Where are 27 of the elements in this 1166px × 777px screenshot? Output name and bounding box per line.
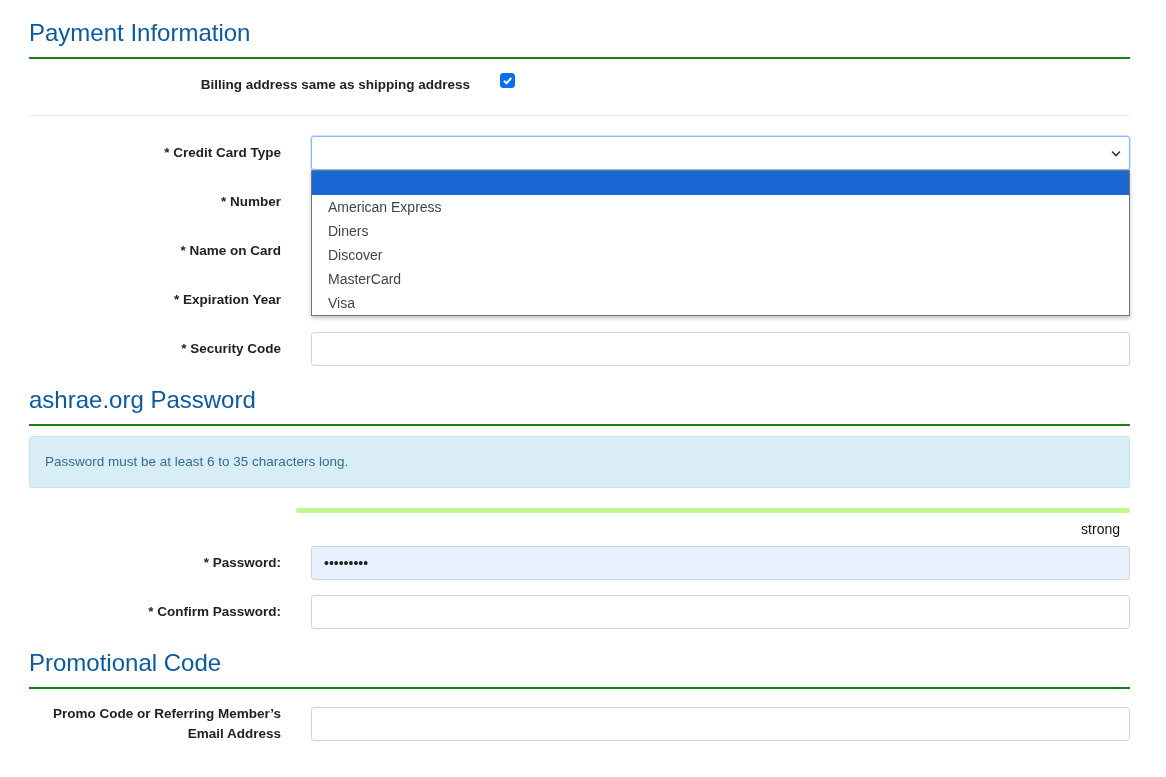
field-label: * Expiration Year (173, 291, 281, 309)
dropdown-option[interactable]: Discover (312, 243, 1129, 267)
field-label: * Credit Card Type (164, 144, 281, 162)
password-field[interactable]: ••••••••• (311, 546, 1130, 580)
dropdown-option[interactable]: American Express (312, 195, 1129, 219)
section-heading: Promotional Code (29, 649, 1130, 689)
field-label: * Confirm Password: (148, 603, 281, 621)
checkbox[interactable] (500, 72, 515, 88)
text-field[interactable] (311, 332, 1130, 366)
section-heading: Payment Information (29, 19, 1130, 59)
field-label: * Name on Card (180, 242, 281, 260)
dropdown-option[interactable]: Visa (312, 291, 1129, 315)
section-heading: ashrae.org Password (29, 386, 1130, 426)
password-field[interactable] (311, 595, 1130, 629)
checkbox-label: Billing address same as shipping address (200, 76, 470, 94)
strength-label: strong (1081, 520, 1120, 539)
info-alert: Password must be at least 6 to 35 characters long. (29, 436, 1130, 488)
field-label: Promo Code or Referring Member’s Email Address (51, 705, 281, 743)
field-label: * Security Code (181, 340, 281, 358)
field-label: * Number (221, 193, 281, 211)
field-label: * Password: (203, 554, 281, 572)
text-field[interactable] (311, 707, 1130, 741)
dropdown-option[interactable]: Diners (312, 219, 1129, 243)
chevron-down-icon (1111, 149, 1121, 157)
credit-card-type-select[interactable] (311, 136, 1130, 170)
dropdown-option[interactable]: MasterCard (312, 267, 1129, 291)
dropdown-option[interactable] (312, 171, 1129, 195)
